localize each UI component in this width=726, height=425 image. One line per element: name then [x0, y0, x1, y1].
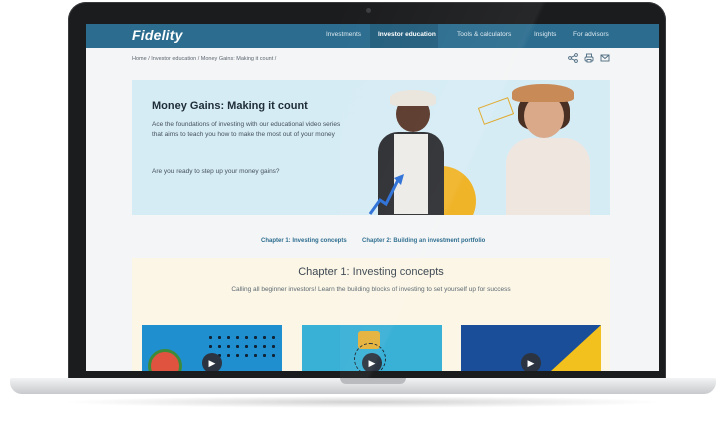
- chapter-title: Chapter 1: Investing concepts: [298, 266, 444, 278]
- play-icon[interactable]: ▶: [202, 353, 222, 371]
- yellow-wedge-graphic: [551, 325, 601, 371]
- video-thumbnail-1[interactable]: ▶: [142, 325, 282, 371]
- nav-investor-education[interactable]: Investor education: [378, 31, 436, 38]
- breadcrumb[interactable]: Home / Investor education / Money Gains:…: [132, 56, 276, 62]
- nav-tools-calculators[interactable]: Tools & calculators: [457, 31, 511, 38]
- laptop-base: [10, 378, 716, 394]
- email-icon[interactable]: [600, 53, 610, 63]
- video-thumbnail-3[interactable]: ▶: [461, 325, 601, 371]
- nav-investments[interactable]: Investments: [326, 31, 361, 38]
- share-icon[interactable]: [568, 53, 578, 63]
- second-student-hat: [512, 84, 574, 102]
- student-hat: [390, 90, 436, 106]
- chapter-subtitle: Calling all beginner investors! Learn th…: [231, 286, 511, 293]
- laptop-notch: [340, 378, 406, 384]
- site-header: Fidelity Investments Investor education …: [86, 24, 659, 48]
- second-student-illustration: [506, 138, 590, 215]
- video-thumbnail-2[interactable]: ▶: [302, 325, 442, 371]
- growth-arrow-icon: [368, 174, 404, 215]
- chapter-section: Chapter 1: Investing concepts Calling al…: [132, 258, 610, 371]
- chapter-links: Chapter 1: Investing concepts Chapter 2:…: [86, 238, 659, 250]
- browser-screen: Fidelity Investments Investor education …: [86, 24, 659, 371]
- play-icon[interactable]: ▶: [362, 353, 382, 371]
- print-icon[interactable]: [584, 53, 594, 63]
- webcam-icon: [366, 8, 371, 13]
- hero-question: Are you ready to step up your money gain…: [152, 168, 280, 175]
- hero-banner: Money Gains: Making it count Ace the fou…: [132, 80, 610, 215]
- card-doodle-icon: [477, 97, 515, 125]
- chapter-2-link[interactable]: Chapter 2: Building an investment portfo…: [362, 238, 485, 244]
- watermelon-graphic: [148, 349, 182, 371]
- hero-description: Ace the foundations of investing with ou…: [152, 121, 341, 138]
- hero-title: Money Gains: Making it count: [152, 100, 308, 112]
- laptop-shadow: [60, 396, 666, 408]
- chapter-1-link[interactable]: Chapter 1: Investing concepts: [261, 238, 347, 244]
- fidelity-logo[interactable]: Fidelity: [132, 27, 183, 43]
- nav-insights[interactable]: Insights: [534, 31, 556, 38]
- play-icon[interactable]: ▶: [521, 353, 541, 371]
- nav-for-advisors[interactable]: For advisors: [573, 31, 609, 38]
